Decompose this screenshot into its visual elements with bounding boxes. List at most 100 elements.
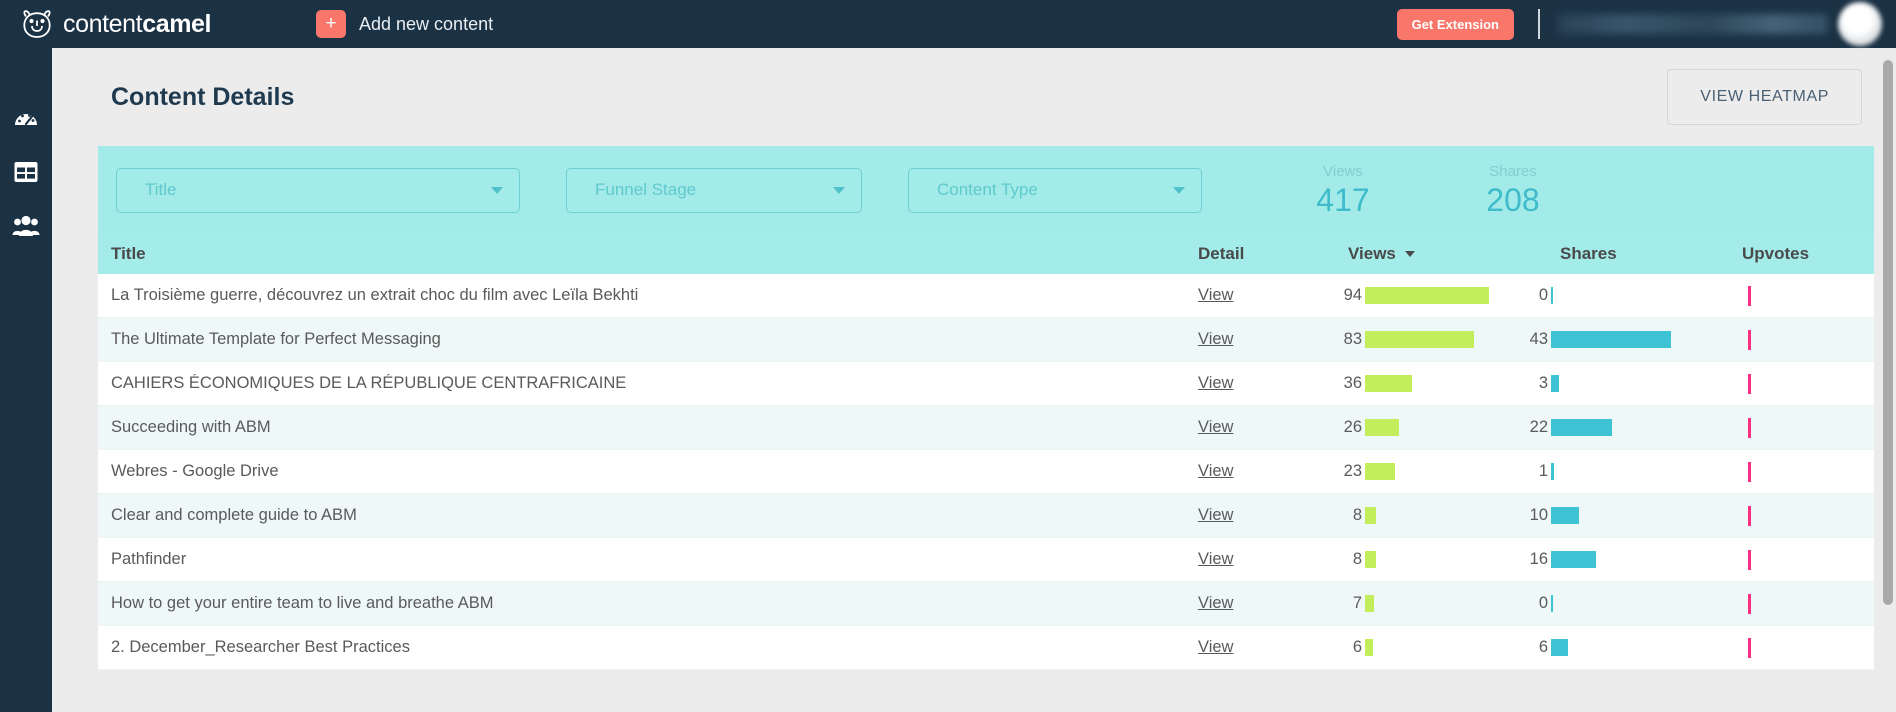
row-detail-cell: View <box>1198 638 1320 657</box>
chevron-down-icon <box>491 186 503 194</box>
shares-bar <box>1551 595 1553 612</box>
add-new-content-button[interactable]: + Add new content <box>316 10 493 38</box>
stat-views: Views 417 <box>1268 163 1418 218</box>
stat-views-label: Views <box>1323 162 1363 180</box>
table-row[interactable]: 2. December_Researcher Best Practices Vie… <box>98 626 1874 670</box>
view-detail-link[interactable]: View <box>1198 550 1233 569</box>
chevron-down-icon <box>1173 186 1185 194</box>
row-upvotes-wrap <box>1692 461 1872 482</box>
filter-bar: Title Funnel Stage Content Type Views 41… <box>98 146 1874 234</box>
top-navigation-bar: contentcamel + Add new content Get Exten… <box>0 0 1896 48</box>
row-views-cell-value: 6 <box>1352 638 1362 656</box>
table-row[interactable]: La Troisième guerre, découvrez un extrai… <box>98 274 1874 318</box>
row-views-cell-wrap: 36 <box>1320 374 1506 393</box>
row-title-text: 2. December_Researcher Best Practices <box>111 638 410 656</box>
row-views-cell-wrap: 8 <box>1320 506 1506 525</box>
table-row[interactable]: The Ultimate Template for Perfect Messag… <box>98 318 1874 362</box>
user-menu[interactable] <box>1558 2 1882 46</box>
row-views-cell-wrap: 83 <box>1320 330 1506 349</box>
row-views-cell-value: 7 <box>1352 594 1362 612</box>
row-views-cell: 36 <box>1320 374 1506 393</box>
table-row[interactable]: Succeeding with ABM View 26 22 <box>98 406 1874 450</box>
row-title-cell: La Troisième guerre, découvrez un extrai… <box>98 286 1198 305</box>
avatar-icon[interactable] <box>1838 2 1882 46</box>
row-shares-cell: 16 <box>1506 550 1692 569</box>
nav-divider <box>1538 9 1540 39</box>
camel-logo-icon <box>23 10 51 38</box>
table-row[interactable]: How to get your entire team to live and … <box>98 582 1874 626</box>
shares-bar <box>1551 551 1596 568</box>
row-views-cell-wrap: 26 <box>1320 418 1506 437</box>
view-detail-link[interactable]: View <box>1198 374 1233 393</box>
row-views-cell-value: 94 <box>1343 286 1362 304</box>
brand-logo-link[interactable]: contentcamel <box>20 9 270 39</box>
row-shares-cell-wrap: 10 <box>1506 506 1692 525</box>
table-row[interactable]: Clear and complete guide to ABM View 8 10 <box>98 494 1874 538</box>
row-title-cell: Clear and complete guide to ABM <box>98 506 1198 525</box>
brand-name-bold: camel <box>142 9 212 38</box>
view-heatmap-button[interactable]: VIEW HEATMAP <box>1667 69 1862 125</box>
row-views-cell: 94 <box>1320 286 1506 305</box>
table-row[interactable]: Pathfinder View 8 16 <box>98 538 1874 582</box>
row-upvotes-wrap <box>1692 285 1872 306</box>
row-upvotes-cell <box>1692 373 1872 394</box>
column-header-views[interactable]: Views <box>1320 244 1506 264</box>
row-title-text: Pathfinder <box>111 550 187 568</box>
view-detail-link[interactable]: View <box>1198 638 1233 657</box>
funnel-stage-filter-dropdown[interactable]: Funnel Stage <box>566 167 862 213</box>
row-shares-cell: 0 <box>1506 286 1692 305</box>
row-upvotes-cell <box>1692 637 1872 658</box>
view-detail-link[interactable]: View <box>1198 286 1233 305</box>
row-shares-cell: 1 <box>1506 462 1692 481</box>
views-bar <box>1365 551 1376 568</box>
get-extension-button[interactable]: Get Extension <box>1396 8 1514 40</box>
sort-descending-caret-icon[interactable] <box>1404 251 1415 257</box>
views-bar <box>1365 287 1489 304</box>
table-row[interactable]: CAHIERS ÉCONOMIQUES DE LA RÉPUBLIQUE CEN… <box>98 362 1874 406</box>
row-views-cell: 8 <box>1320 506 1506 525</box>
sidebar-item-content[interactable] <box>0 146 52 198</box>
views-bar <box>1365 419 1399 436</box>
views-bar <box>1365 595 1374 612</box>
vertical-scrollbar-track[interactable] <box>1880 48 1896 712</box>
stat-views-value: 417 <box>1316 181 1370 218</box>
vertical-scrollbar-thumb[interactable] <box>1883 60 1893 605</box>
row-shares-cell-value: 3 <box>1538 374 1548 392</box>
row-title-text: Succeeding with ABM <box>111 418 271 436</box>
row-views-cell-value: 8 <box>1352 550 1362 568</box>
column-header-upvotes[interactable]: Upvotes <box>1692 244 1872 264</box>
view-detail-link[interactable]: View <box>1198 506 1233 525</box>
content-type-filter-dropdown[interactable]: Content Type <box>908 167 1202 213</box>
sidebar-item-dashboard[interactable] <box>0 92 52 144</box>
row-shares-cell-value: 0 <box>1538 286 1548 304</box>
row-upvotes-cell <box>1692 549 1872 570</box>
table-row[interactable]: Webres - Google Drive View 23 1 <box>98 450 1874 494</box>
row-shares-cell-value: 6 <box>1538 638 1548 656</box>
title-filter-dropdown[interactable]: Title <box>116 167 520 213</box>
row-shares-cell-value: 10 <box>1529 506 1548 524</box>
row-shares-cell-wrap: 43 <box>1506 330 1692 349</box>
sidebar-item-team[interactable] <box>0 200 52 252</box>
view-detail-link[interactable]: View <box>1198 462 1233 481</box>
row-views-cell-value: 8 <box>1352 506 1362 524</box>
main-content-area: Content Details VIEW HEATMAP Title Funne… <box>52 48 1896 712</box>
view-detail-link[interactable]: View <box>1198 330 1233 349</box>
view-detail-link[interactable]: View <box>1198 594 1233 613</box>
row-views-cell: 23 <box>1320 462 1506 481</box>
row-upvotes-wrap <box>1692 637 1872 658</box>
page-header: Content Details VIEW HEATMAP <box>52 48 1896 146</box>
view-detail-link[interactable]: View <box>1198 418 1233 437</box>
column-header-detail[interactable]: Detail <box>1198 244 1320 264</box>
row-shares-cell-wrap: 0 <box>1506 286 1692 305</box>
column-header-title[interactable]: Title <box>98 244 1198 264</box>
speedometer-icon <box>15 114 37 126</box>
grid-table-icon <box>14 162 38 182</box>
row-shares-cell: 43 <box>1506 330 1692 349</box>
row-upvotes-wrap <box>1692 417 1872 438</box>
row-shares-cell-value: 16 <box>1529 550 1548 568</box>
row-shares-cell-wrap: 1 <box>1506 462 1692 481</box>
column-header-shares[interactable]: Shares <box>1506 244 1692 264</box>
row-title-cell: The Ultimate Template for Perfect Messag… <box>98 330 1198 349</box>
row-views-cell-value: 26 <box>1343 418 1362 436</box>
shares-bar <box>1551 419 1612 436</box>
